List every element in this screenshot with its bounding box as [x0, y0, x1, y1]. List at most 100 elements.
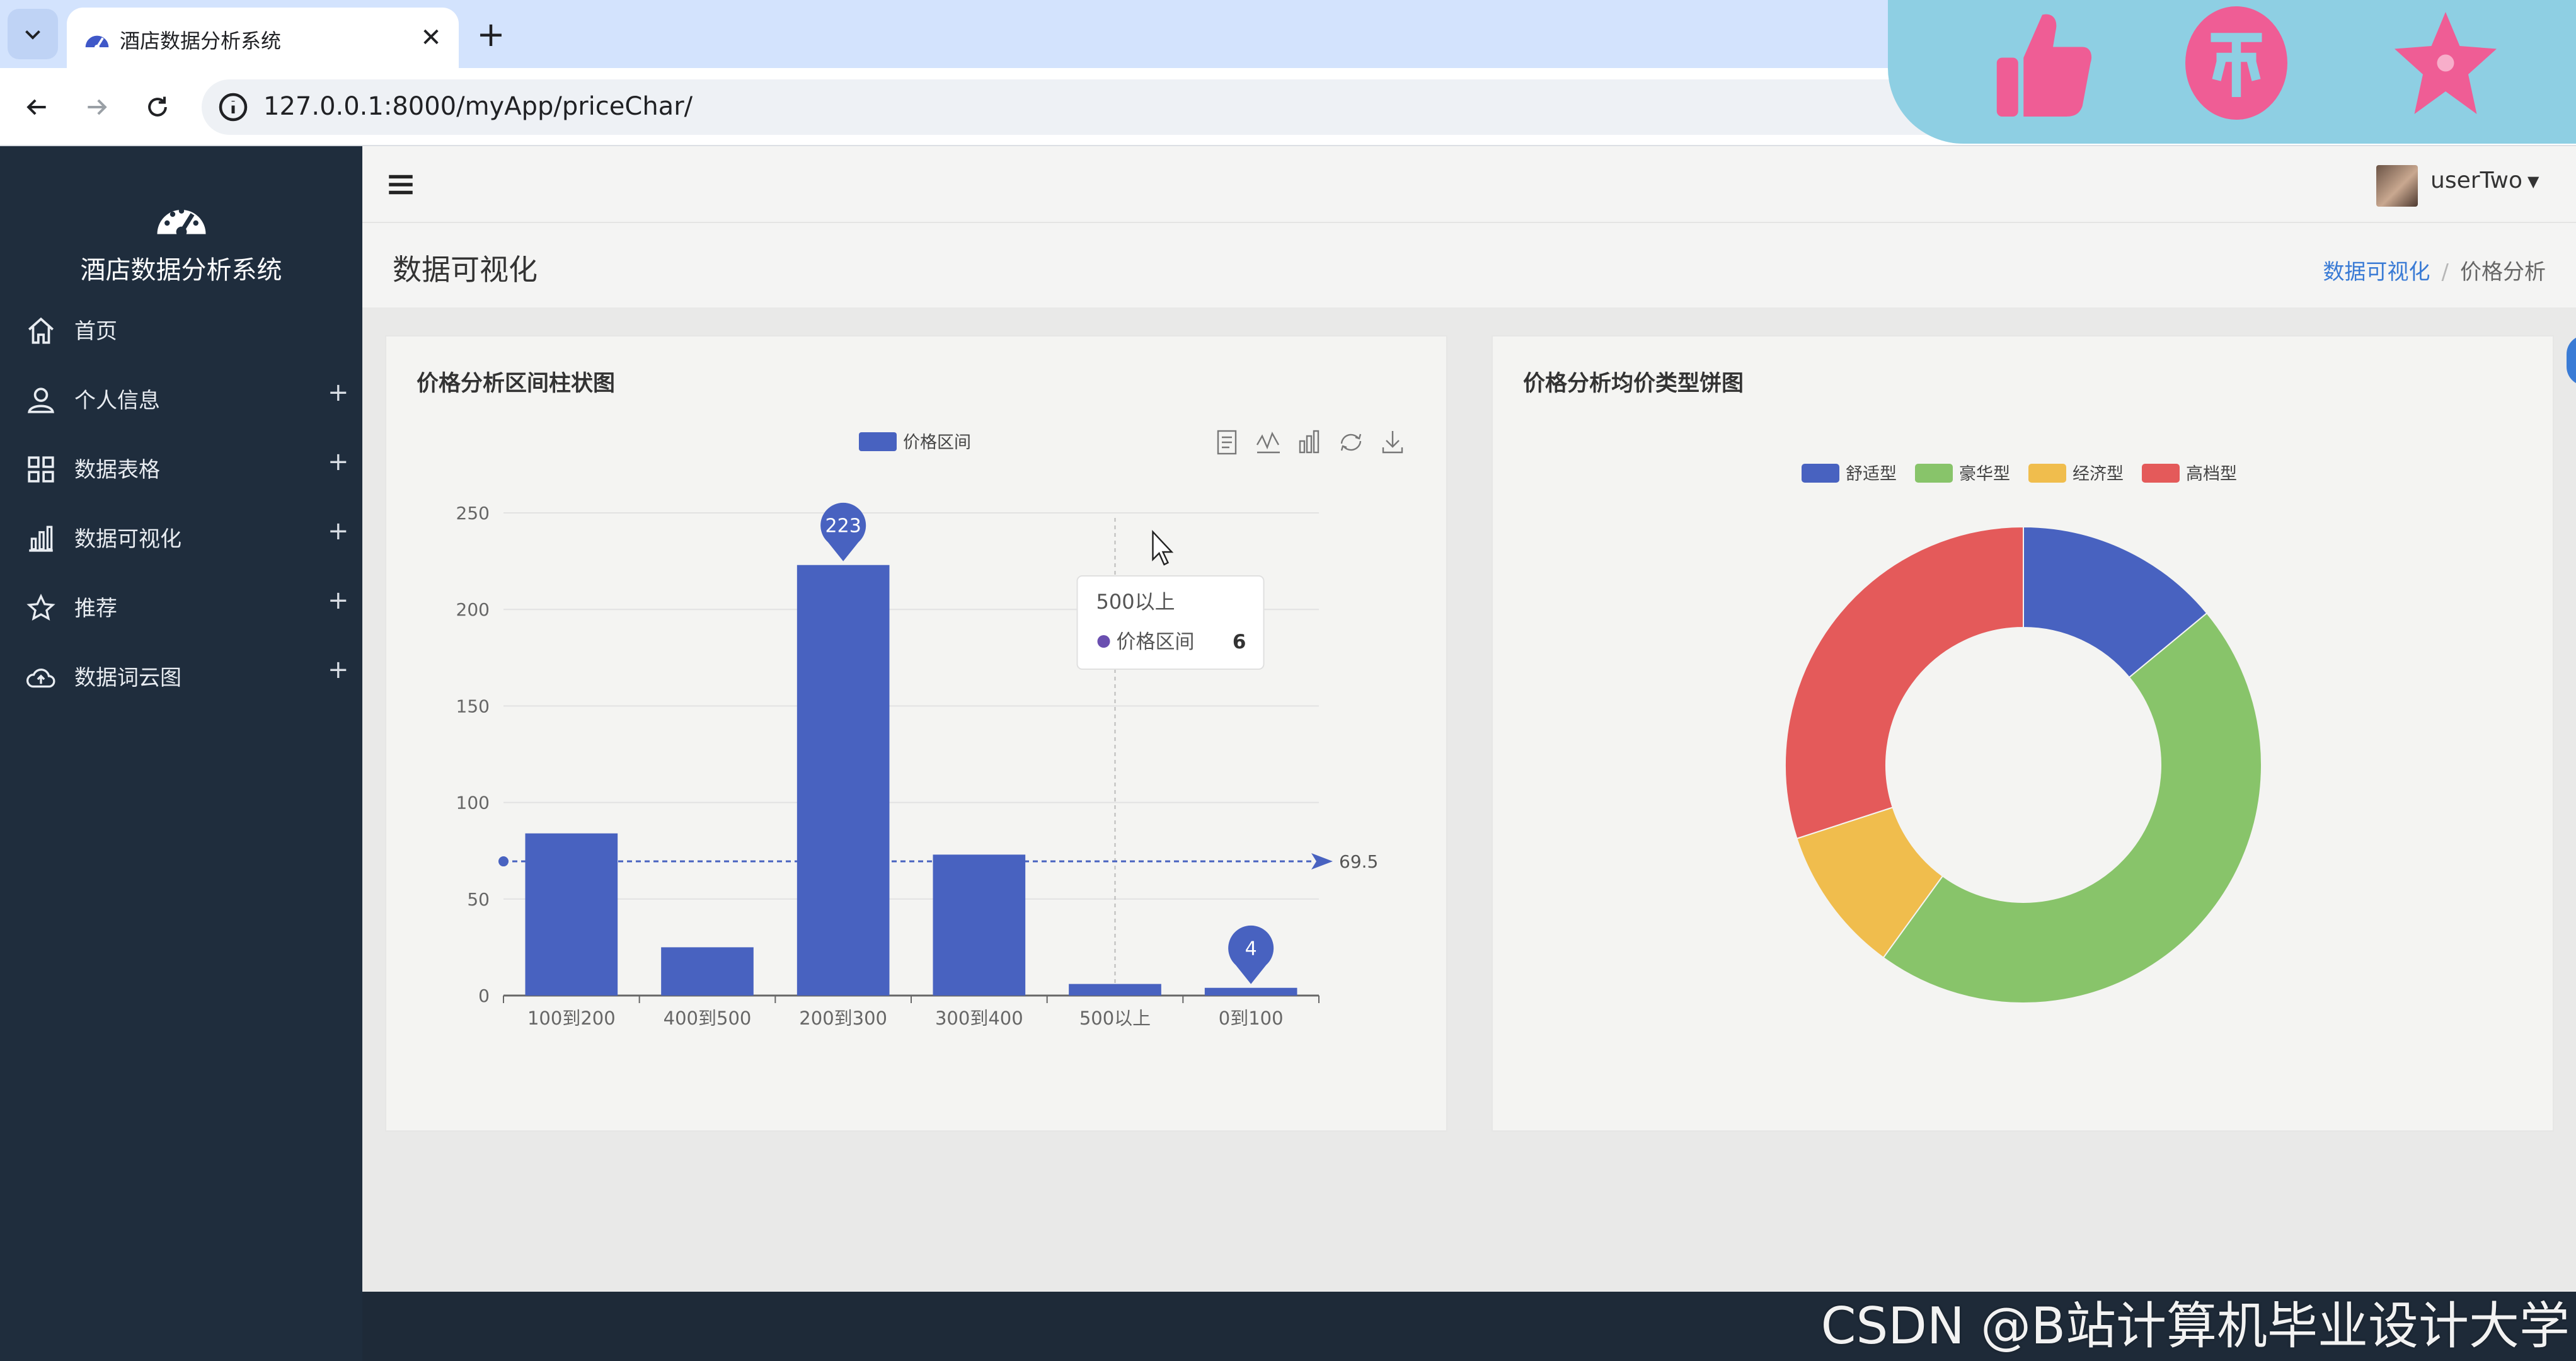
info-icon[interactable]: [214, 88, 252, 126]
cloud-icon: [26, 669, 55, 688]
bar-chart-icon[interactable]: [1299, 430, 1320, 454]
reload-icon: [148, 96, 167, 117]
home-icon: [28, 317, 54, 344]
legend-label: 舒适型: [1846, 464, 1897, 484]
tooltip: 500以上价格区间 6: [1076, 575, 1265, 670]
bar[interactable]: [1069, 984, 1161, 996]
x-tick-label: 200到300: [799, 1008, 887, 1029]
download-icon[interactable]: [1382, 431, 1403, 454]
avatar[interactable]: [2376, 165, 2418, 207]
page-header: 数据可视化 数据可视化 / 价格分析: [362, 222, 2576, 386]
pie-slice[interactable]: [1882, 612, 2262, 1004]
user-icon: [28, 388, 54, 413]
sidebar-item-home[interactable]: 首页: [0, 297, 362, 360]
pie-slice[interactable]: [1785, 525, 2024, 840]
sidebar-item-visualization[interactable]: 数据可视化 +: [0, 505, 362, 568]
star-icon: [2395, 12, 2497, 114]
coin-button[interactable]: [2176, 0, 2296, 126]
bar[interactable]: [661, 947, 754, 996]
tab-close-button[interactable]: ✕: [412, 19, 450, 57]
url-text: 127.0.0.1:8000/myApp/priceChar/: [263, 92, 693, 121]
mark-point[interactable]: 4: [1228, 925, 1274, 984]
tab-list-button[interactable]: [8, 9, 58, 59]
chevron-down-icon: [25, 30, 40, 40]
legend[interactable]: 价格区间: [859, 432, 971, 452]
bar[interactable]: [525, 833, 618, 996]
star-icon: [26, 594, 55, 621]
restore-icon[interactable]: [1340, 434, 1362, 451]
new-tab-button[interactable]: +: [469, 14, 513, 58]
legend-swatch: [2028, 464, 2066, 483]
main-content: userTwo ▼ 数据可视化 数据可视化 / 价格分析 价格分析区间柱状图 价格区…: [362, 146, 2576, 1292]
browser-tab[interactable]: 酒店数据分析系统 ✕: [67, 8, 459, 68]
mark-point[interactable]: 223: [820, 502, 866, 561]
like-button[interactable]: [1982, 0, 2102, 126]
mark-line-arrow: [1311, 853, 1333, 870]
legend-label: 经济型: [2073, 464, 2124, 484]
page-title: 数据可视化: [393, 253, 538, 287]
mouse-cursor-icon: [1152, 529, 1174, 566]
x-tick-label: 0到100: [1219, 1008, 1284, 1029]
forward-button[interactable]: [77, 87, 117, 127]
expand-plus-icon[interactable]: +: [328, 586, 349, 615]
legend-swatch: [859, 432, 897, 451]
y-tick-label: 150: [456, 696, 490, 716]
brand-name: 酒店数据分析系统: [80, 256, 282, 285]
line-chart-icon[interactable]: [1256, 432, 1280, 454]
sidebar-item-label: 推荐: [74, 596, 117, 621]
breadcrumb-current: 价格分析: [2460, 260, 2546, 285]
sidebar-item-label: 数据词云图: [74, 665, 181, 691]
expand-plus-icon[interactable]: +: [328, 447, 349, 476]
arrow-left-icon: [26, 99, 46, 115]
legend-swatch: [2142, 464, 2180, 483]
legend-label: 价格区间: [903, 433, 971, 452]
tooltip-dot: [1097, 635, 1110, 648]
mark-line-label: 69.5: [1339, 851, 1378, 872]
expand-plus-icon[interactable]: +: [328, 517, 349, 546]
address-bar[interactable]: 127.0.0.1:8000/myApp/priceChar/: [202, 79, 2155, 135]
sidebar-item-label: 首页: [74, 319, 117, 344]
hamburger-menu-icon[interactable]: [385, 169, 417, 200]
data-view-icon[interactable]: [1217, 430, 1237, 455]
sidebar-item-label: 数据可视化: [74, 527, 181, 552]
dashboard-logo-icon: [157, 208, 206, 238]
legend-item[interactable]: 经济型: [2028, 464, 2124, 484]
sidebar-item-label: 个人信息: [74, 388, 160, 413]
legend-item[interactable]: 舒适型: [1802, 464, 1897, 484]
bar[interactable]: [933, 854, 1026, 996]
pie-chart: 舒适型 豪华型 经济型 高档型: [1785, 464, 2262, 1004]
legend-item[interactable]: 豪华型: [1915, 464, 2010, 484]
breadcrumb-link[interactable]: 数据可视化: [2323, 260, 2430, 285]
sidebar-item-wordcloud[interactable]: 数据词云图 +: [0, 644, 362, 707]
x-tick-label: 300到400: [935, 1008, 1023, 1029]
bar[interactable]: [1204, 987, 1297, 996]
grid-icon: [28, 456, 54, 483]
back-button[interactable]: [16, 87, 57, 127]
side-handle[interactable]: [2567, 335, 2576, 386]
caret-down-icon[interactable]: ▼: [2527, 173, 2539, 190]
user-name[interactable]: userTwo: [2430, 168, 2522, 193]
sidebar-item-recommend[interactable]: 推荐 +: [0, 575, 362, 638]
pie-chart-panel: 价格分析均价类型饼图 舒适型 豪华型 经济型 高档型: [1492, 335, 2554, 1132]
watermark: CSDN @B站计算机毕业设计大学: [1820, 1297, 2570, 1355]
bar[interactable]: [796, 565, 890, 996]
sidebar-item-profile[interactable]: 个人信息 +: [0, 367, 362, 430]
favorite-button[interactable]: [2386, 0, 2505, 126]
mark-point-label: 4: [1245, 938, 1257, 960]
tooltip-series: 价格区间: [1117, 631, 1195, 653]
legend-swatch: [1915, 464, 1953, 483]
expand-plus-icon[interactable]: +: [328, 378, 349, 407]
reload-button[interactable]: [137, 87, 178, 127]
legend-label: 豪华型: [1959, 464, 2010, 484]
expand-plus-icon[interactable]: +: [328, 655, 349, 684]
y-tick-label: 0: [478, 985, 490, 1006]
x-tick-label: 100到200: [527, 1008, 616, 1029]
sidebar-item-label: 数据表格: [74, 457, 160, 483]
breadcrumb: 数据可视化 / 价格分析: [2323, 255, 2546, 285]
legend-item[interactable]: 高档型: [2142, 464, 2237, 484]
floating-action-bar: [1888, 0, 2576, 144]
coin-icon: [2185, 6, 2287, 120]
top-navbar: userTwo ▼: [362, 146, 2576, 222]
sidebar-item-data-table[interactable]: 数据表格 +: [0, 436, 362, 499]
y-tick-label: 50: [467, 889, 490, 910]
